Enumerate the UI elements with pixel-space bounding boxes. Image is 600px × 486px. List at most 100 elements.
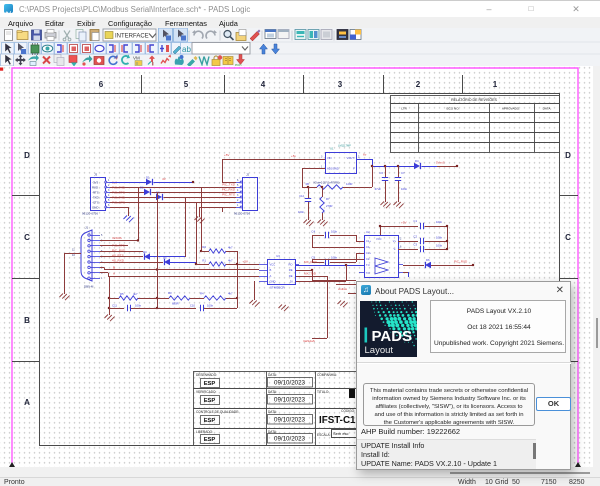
svg-text:2: 2 [108,184,110,187]
svg-text:2: 2 [416,80,421,89]
svg-text:ESP: ESP [204,381,216,387]
svg-text:1: 1 [237,204,239,207]
svg-text:09/10/2023: 09/10/2023 [274,396,306,403]
svg-text:680R: 680R [172,302,179,306]
svg-text:T2I: T2I [366,272,370,275]
svg-text:A: A [113,272,116,276]
svg-text:6: 6 [237,179,239,182]
svg-text:C5: C5 [311,256,315,260]
svg-text:A: A [270,274,272,278]
svg-text:LM1117MP: LM1117MP [338,144,351,148]
svg-text:47uF: 47uF [375,187,382,191]
svg-text:DI: DI [290,279,293,283]
svg-text:6: 6 [99,80,104,89]
svg-text:+5V: +5V [401,221,408,225]
svg-text:VERIFICADO:: VERIFICADO: [196,390,216,394]
svg-text:270R: 270R [326,204,332,208]
svg-text:PiC_TXD: PiC_TXD [222,183,236,187]
svg-text:3: 3 [321,156,323,159]
svg-text:100n: 100n [436,220,443,224]
svg-text:D: D [24,151,30,160]
svg-text:R1: R1 [202,259,206,263]
svg-text:ADJ/GND: ADJ/GND [327,167,339,171]
svg-text:6v: 6v [363,153,367,157]
svg-text:IFST-C1: IFST-C1 [319,415,356,426]
svg-text:RE: RE [289,268,293,272]
svg-text:R7: R7 [326,197,330,201]
svg-text:ECO NO.: ECO NO. [446,107,459,111]
svg-text:4: 4 [237,189,239,192]
svg-text:INTERFACE: INTERFACE [115,34,149,40]
svg-text:2: 2 [400,238,402,241]
svg-text:C7: C7 [401,171,405,175]
svg-text:CONTROLE DE QUALIDADE:: CONTROLE DE QUALIDADE: [196,410,239,414]
svg-text:RXD: RXD [92,185,98,189]
svg-text:B: B [24,316,30,325]
svg-text:DESENHADO:: DESENHADO: [196,373,217,377]
svg-text:C: C [24,233,30,242]
svg-text:B: B [113,266,115,270]
svg-text:ST485ECR: ST485ECR [270,286,285,290]
svg-text:C3: C3 [413,243,417,247]
svg-text:-3V3: -3V3 [92,180,98,184]
svg-text:xbdbek: xbdbek [338,287,348,291]
svg-text:GND: GND [92,205,98,209]
svg-text:V+: V+ [393,239,397,243]
svg-text:100n: 100n [436,244,443,248]
svg-text:B: B [270,268,272,272]
svg-text:100n: 100n [207,304,214,308]
svg-text:RO: RO [288,262,292,266]
svg-text:VCC: VCC [376,237,382,241]
svg-text:U2: U2 [366,230,370,234]
svg-text:5VxxS: 5VxxS [436,161,445,165]
svg-text:C2: C2 [413,235,417,239]
svg-text:3: 3 [338,80,343,89]
svg-text:5: 5 [184,80,189,89]
svg-text:5: 5 [108,199,110,202]
svg-text:J3: J3 [94,173,98,177]
svg-text:4V: 4V [162,177,167,181]
svg-text:GND: GND [270,279,276,283]
svg-text:09/10/2023: 09/10/2023 [274,379,306,386]
svg-text:J2: J2 [246,173,250,177]
svg-text:C4: C4 [311,230,315,234]
svg-text:U3: U3 [276,254,280,258]
svg-text:D4: D4 [143,250,147,254]
svg-text:V: V [115,56,118,61]
svg-text:-TXD: -TXD [92,195,99,199]
svg-text:4k7: 4k7 [228,292,233,296]
svg-text:PADS: PADS [372,328,413,345]
svg-text:2: 2 [358,156,360,159]
svg-text:DATA:: DATA: [268,390,277,394]
svg-text:100n: 100n [331,230,338,234]
svg-text:VM: VM [133,56,140,61]
svg-text:T1I: T1I [366,264,370,267]
svg-text:C2+: C2+ [366,251,371,255]
svg-text:C11: C11 [112,304,117,308]
svg-text:100n: 100n [298,210,304,214]
svg-text:VCC: VCC [270,262,276,266]
svg-text:CÓDIGO:: CÓDIGO: [341,408,355,413]
svg-text:5: 5 [237,184,239,187]
svg-text:DATA:: DATA: [543,107,552,111]
svg-text:120R: 120R [346,182,352,186]
svg-text:100n: 100n [401,187,408,191]
svg-text:ESP: ESP [204,398,216,404]
svg-text:C2-: C2- [366,257,370,261]
svg-text:3v3t4S: 3v3t4S [112,236,122,240]
svg-text:U1: U1 [330,147,334,151]
svg-text:C12: C12 [299,194,304,198]
svg-text:DATA:: DATA: [268,410,277,414]
svg-text:100n: 100n [331,256,338,260]
svg-text:6: 6 [400,246,402,249]
svg-text:3: 3 [108,189,110,192]
svg-text:3: 3 [237,194,239,197]
svg-text:PiC_RTS: PiC_RTS [222,193,235,197]
svg-text:1: 1 [108,179,110,182]
svg-text:TITULO:: TITULO: [317,390,329,394]
svg-text:C6: C6 [379,171,383,175]
svg-text:1: 1 [101,277,103,280]
svg-text:100n: 100n [135,304,142,308]
svg-text:-RTS: -RTS [92,190,99,194]
svg-text:D3: D3 [156,191,160,195]
